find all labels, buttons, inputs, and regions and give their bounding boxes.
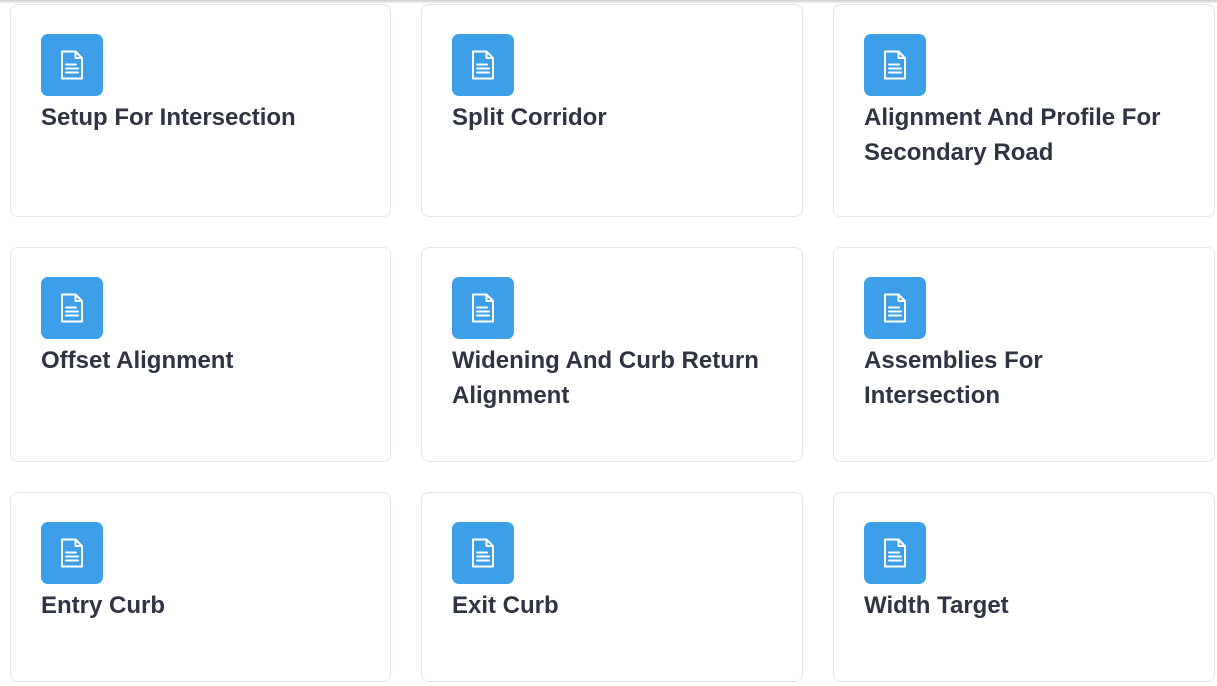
card-width-target[interactable]: Width Target — [833, 492, 1215, 682]
card-title: Alignment And Profile For Secondary Road — [864, 104, 1161, 166]
document-icon — [864, 277, 926, 339]
card-assemblies-for-intersection[interactable]: Assemblies For Intersection — [833, 247, 1215, 462]
card-widening-and-curb-return-alignment[interactable]: Widening And Curb Return Alignment — [421, 247, 803, 462]
document-icon — [41, 522, 103, 584]
card-grid: Setup For Intersection Split Corridor Al… — [10, 4, 1215, 682]
document-icon — [452, 34, 514, 96]
card-offset-alignment[interactable]: Offset Alignment — [10, 247, 391, 462]
document-icon — [452, 277, 514, 339]
card-title: Setup For Intersection — [41, 104, 296, 131]
document-icon — [41, 277, 103, 339]
document-icon — [864, 522, 926, 584]
card-exit-curb[interactable]: Exit Curb — [421, 492, 803, 682]
card-title: Offset Alignment — [41, 347, 234, 374]
card-alignment-and-profile-for-secondary-road[interactable]: Alignment And Profile For Secondary Road — [833, 4, 1215, 217]
card-title: Width Target — [864, 592, 1009, 619]
card-setup-for-intersection[interactable]: Setup For Intersection — [10, 4, 391, 217]
document-icon — [452, 522, 514, 584]
card-title: Split Corridor — [452, 104, 607, 131]
card-entry-curb[interactable]: Entry Curb — [10, 492, 391, 682]
card-title: Entry Curb — [41, 592, 166, 619]
card-title: Assemblies For Intersection — [864, 347, 1043, 409]
card-split-corridor[interactable]: Split Corridor — [421, 4, 803, 217]
card-title: Exit Curb — [452, 592, 559, 619]
top-shadow-bar — [0, 0, 1217, 3]
document-icon — [41, 34, 103, 96]
document-icon — [864, 34, 926, 96]
card-title: Widening And Curb Return Alignment — [452, 347, 759, 409]
